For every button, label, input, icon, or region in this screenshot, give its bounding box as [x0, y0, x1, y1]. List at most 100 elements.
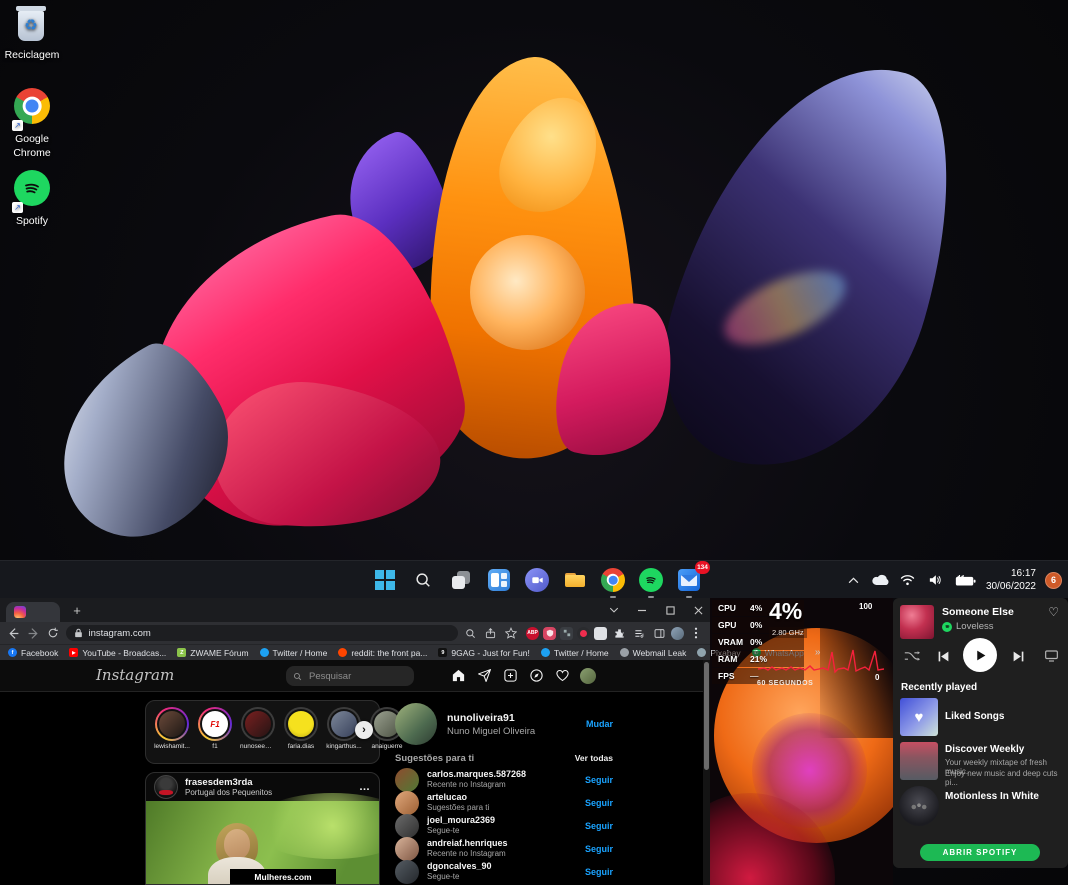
post-location[interactable]: Portugal dos Pequenitos	[185, 788, 272, 797]
notes-extension-icon[interactable]	[594, 627, 607, 640]
new-post-icon[interactable]	[502, 667, 519, 684]
follow-button[interactable]: Seguir	[585, 798, 613, 808]
task-view-button[interactable]	[448, 567, 474, 593]
motionless-in-white-item[interactable]: Motionless In White	[945, 791, 1039, 802]
tab-search-chevron-button[interactable]	[602, 598, 626, 622]
suggestion-avatar[interactable]	[395, 860, 419, 884]
connect-device-button[interactable]	[1042, 648, 1060, 664]
story-item[interactable]: faria.dias	[283, 707, 319, 750]
suggestion-avatar[interactable]	[395, 837, 419, 861]
wifi-icon[interactable]	[899, 567, 917, 593]
desktop-icon-recycle-bin[interactable]: ♻ Reciclagem	[0, 6, 64, 63]
like-heart-icon[interactable]: ♡	[1048, 605, 1059, 619]
discover-weekly-art[interactable]	[900, 742, 938, 780]
post-image[interactable]: Mulheres.com	[146, 801, 379, 884]
tray-clock[interactable]: 16:17 30/06/2022	[986, 567, 1036, 593]
scrollbar-thumb[interactable]	[704, 662, 709, 770]
page-scrollbar[interactable]	[703, 660, 710, 885]
reload-button[interactable]	[46, 625, 60, 641]
maximize-button[interactable]	[658, 598, 682, 622]
suggestion-avatar[interactable]	[395, 791, 419, 815]
suggestion-avatar[interactable]	[395, 814, 419, 838]
bookmark-reddit[interactable]: reddit: the front pa...	[338, 648, 427, 658]
play-button[interactable]	[963, 638, 997, 672]
battery-charging-icon[interactable]	[953, 567, 977, 593]
own-profile-avatar[interactable]	[395, 703, 437, 745]
follow-button[interactable]: Seguir	[585, 775, 613, 785]
profile-avatar[interactable]	[671, 627, 684, 640]
album-art[interactable]	[900, 605, 934, 639]
search-input[interactable]	[307, 670, 407, 683]
taskbar-chrome-button[interactable]	[600, 567, 626, 593]
playlist-extension-icon[interactable]	[631, 625, 647, 641]
follow-button[interactable]: Seguir	[585, 821, 613, 831]
chat-button[interactable]	[524, 567, 550, 593]
own-username[interactable]: nunoliveira91	[447, 711, 535, 725]
start-button[interactable]	[372, 567, 398, 593]
new-tab-button[interactable]: +	[68, 603, 86, 619]
artist-name[interactable]: Loveless	[956, 621, 994, 632]
zoom-icon-button[interactable]	[464, 625, 478, 641]
messenger-icon[interactable]	[476, 667, 493, 684]
post-author-avatar[interactable]	[154, 775, 178, 799]
liked-songs-art[interactable]: ♥	[900, 698, 938, 736]
back-button[interactable]	[6, 625, 20, 641]
shield-extension-icon[interactable]	[543, 627, 556, 640]
bookmark-zwame[interactable]: ZZWAME Fórum	[177, 648, 248, 658]
open-spotify-button[interactable]: ABRIR SPOTIFY	[920, 844, 1040, 861]
browser-tab-instagram[interactable]	[6, 602, 60, 622]
tray-chevron-up[interactable]	[845, 567, 863, 593]
shuffle-button[interactable]	[903, 648, 921, 664]
next-track-button[interactable]	[1010, 648, 1026, 664]
liked-songs-item[interactable]: Liked Songs	[945, 711, 1004, 722]
track-title[interactable]: Someone Else	[942, 606, 1014, 618]
story-item[interactable]: nunoseemee	[240, 707, 276, 750]
minimize-button[interactable]	[630, 598, 654, 622]
notification-count-badge[interactable]: 6	[1045, 572, 1062, 589]
stories-next-button[interactable]: ›	[355, 721, 373, 739]
activity-heart-icon[interactable]	[554, 667, 571, 684]
motionless-in-white-art[interactable]	[899, 786, 939, 826]
recorder-extension-icon[interactable]	[577, 627, 590, 640]
sidebar-toggle-button[interactable]	[651, 625, 667, 641]
bookmark-twitter[interactable]: Twitter / Home	[260, 648, 328, 658]
follow-button[interactable]: Seguir	[585, 844, 613, 854]
forward-button[interactable]	[26, 625, 40, 641]
story-item[interactable]: F1 f1	[197, 707, 233, 750]
post-menu-button[interactable]: …	[359, 781, 371, 793]
instagram-search-box[interactable]	[286, 666, 414, 686]
bookmark-star-button[interactable]	[504, 625, 518, 641]
desktop-icon-spotify[interactable]: ↗ Spotify	[0, 170, 64, 229]
instagram-logo[interactable]: Instagram	[96, 666, 174, 684]
switch-account-link[interactable]: Mudar	[586, 719, 613, 729]
home-icon[interactable]	[450, 667, 467, 684]
widgets-button[interactable]	[486, 567, 512, 593]
bookmark-9gag[interactable]: 99GAG - Just for Fun!	[438, 648, 529, 658]
taskbar-search-button[interactable]	[410, 567, 436, 593]
bookmark-twitter-2[interactable]: Twitter / Home	[541, 648, 609, 658]
bookmark-facebook[interactable]: fFacebook	[8, 648, 58, 658]
bookmark-youtube[interactable]: ▶YouTube - Broadcas...	[69, 648, 166, 658]
taskbar-mail-button[interactable]: 134	[676, 567, 702, 593]
bookmark-webmail[interactable]: Webmail Leak	[620, 648, 687, 658]
onedrive-icon[interactable]	[872, 567, 890, 593]
adblock-extension-icon[interactable]: ABP	[526, 627, 539, 640]
file-explorer-button[interactable]	[562, 567, 588, 593]
share-button[interactable]	[484, 625, 498, 641]
suggestion-avatar[interactable]	[395, 768, 419, 792]
previous-track-button[interactable]	[935, 648, 951, 664]
screenshot-extension-icon[interactable]	[560, 627, 573, 640]
see-all-link[interactable]: Ver todas	[575, 753, 613, 763]
browser-menu-button[interactable]	[688, 625, 704, 641]
follow-button[interactable]: Seguir	[585, 867, 613, 877]
close-button[interactable]	[686, 598, 710, 622]
story-item[interactable]: lewishamit...	[154, 707, 190, 750]
profile-avatar[interactable]	[580, 668, 596, 684]
post-author-username[interactable]: frasesdem3rda	[185, 777, 272, 789]
volume-icon[interactable]	[926, 567, 944, 593]
taskbar-spotify-button[interactable]	[638, 567, 664, 593]
extensions-menu-button[interactable]	[611, 625, 627, 641]
desktop-icon-google-chrome[interactable]: ↗ Google Chrome	[0, 88, 64, 160]
explore-compass-icon[interactable]	[528, 667, 545, 684]
discover-weekly-item[interactable]: Discover Weekly	[945, 744, 1024, 755]
